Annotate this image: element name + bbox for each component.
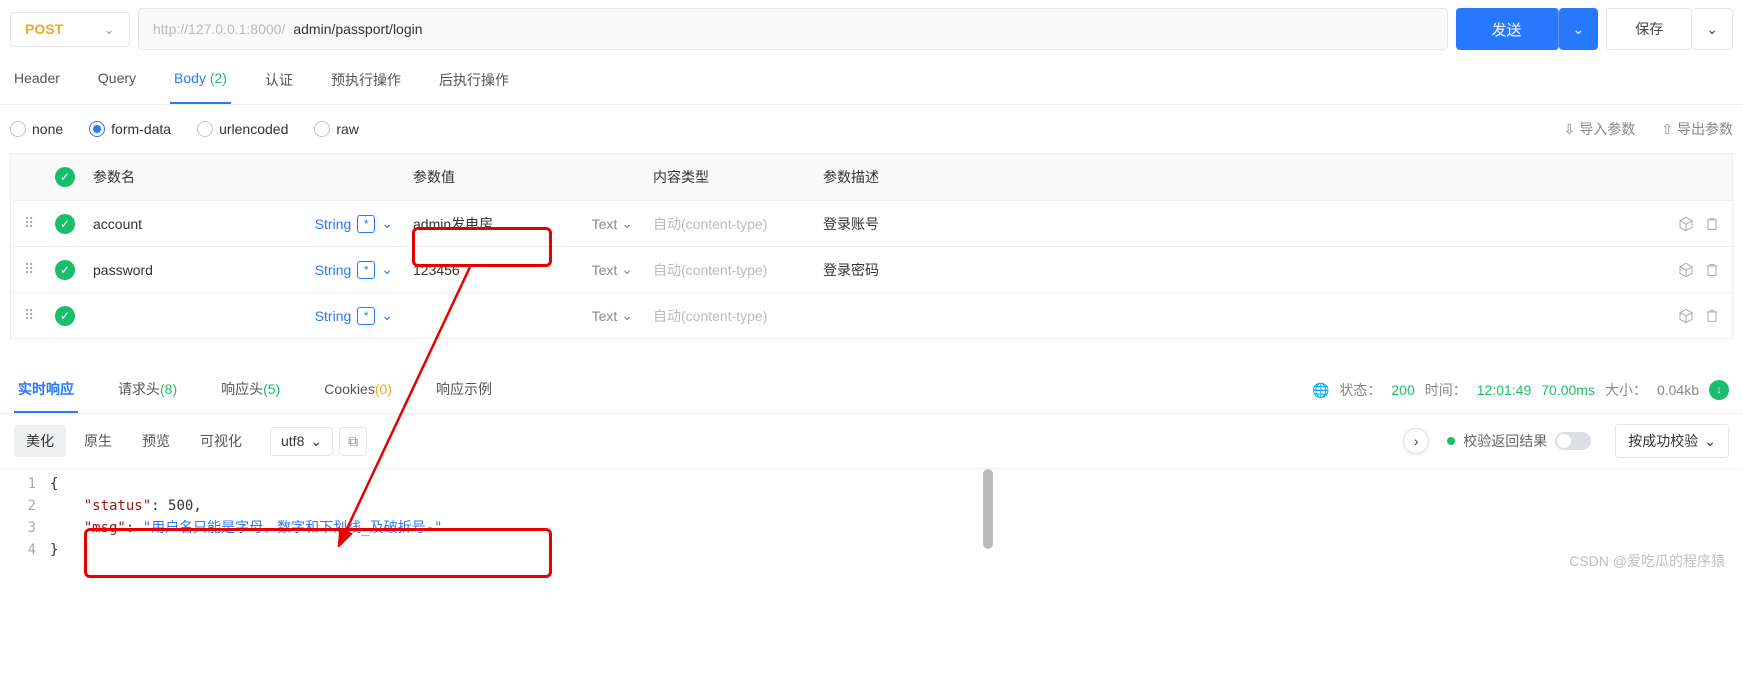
- check-all[interactable]: ✓: [55, 167, 75, 187]
- param-desc-input[interactable]: 登录账号: [813, 214, 1652, 234]
- tab-response-headers[interactable]: 响应头(5): [217, 367, 284, 413]
- param-type-select[interactable]: String * ⌄: [315, 261, 393, 279]
- param-name-input[interactable]: password: [93, 262, 153, 278]
- tab-body[interactable]: Body (2): [170, 58, 231, 104]
- drag-handle-icon[interactable]: ⠿: [11, 307, 47, 324]
- tab-request-headers[interactable]: 请求头(8): [114, 367, 181, 413]
- table-row: ⠿ ✓ String * ⌄ Text ⌄ 自动(content-type): [11, 292, 1732, 338]
- chevron-down-icon: ⌄: [1573, 21, 1585, 38]
- param-type-select[interactable]: String * ⌄: [315, 307, 393, 325]
- view-visual[interactable]: 可视化: [188, 425, 254, 457]
- delete-icon[interactable]: [1704, 262, 1720, 278]
- tab-response-example[interactable]: 响应示例: [432, 367, 496, 413]
- chevron-down-icon: ⌄: [381, 307, 393, 324]
- view-beautify[interactable]: 美化: [14, 425, 66, 457]
- export-params[interactable]: ⇧ 导出参数: [1661, 119, 1733, 139]
- col-name: 参数名: [83, 167, 403, 187]
- content-type-input[interactable]: 自动(content-type): [643, 214, 813, 234]
- url-input-group[interactable]: http://127.0.0.1:8000/ admin/passport/lo…: [138, 8, 1448, 50]
- star-icon: *: [357, 215, 375, 233]
- collapse-right-icon[interactable]: ›: [1403, 428, 1429, 454]
- watermark: CSDN @爱吃瓜的程序猿: [1569, 551, 1725, 571]
- tab-query[interactable]: Query: [94, 58, 140, 104]
- send-button[interactable]: 发送: [1456, 8, 1559, 50]
- chevron-down-icon: ⌄: [381, 261, 393, 278]
- content-type-input[interactable]: 自动(content-type): [643, 260, 813, 280]
- cube-icon[interactable]: [1678, 308, 1694, 324]
- param-value-input[interactable]: 123456: [413, 262, 460, 278]
- star-icon: *: [357, 261, 375, 279]
- table-header-row: ✓ 参数名 参数值 内容类型 参数描述: [11, 154, 1732, 200]
- table-row: ⠿ ✓ account String * ⌄ admin发电房 Text ⌄ 自…: [11, 200, 1732, 246]
- response-body: 1234 { "status": 500, "msg": "用户名只能是字母、数…: [0, 469, 1743, 581]
- radio-urlencoded[interactable]: urlencoded: [197, 121, 288, 137]
- param-name-input[interactable]: account: [93, 216, 142, 232]
- param-type-select[interactable]: String * ⌄: [315, 215, 393, 233]
- delete-icon[interactable]: [1704, 216, 1720, 232]
- radio-none[interactable]: none: [10, 121, 63, 137]
- status-code: 200: [1391, 382, 1414, 398]
- chevron-down-icon: ⌄: [1704, 433, 1716, 450]
- view-raw[interactable]: 原生: [72, 425, 124, 457]
- line-gutter: 1234: [0, 473, 50, 561]
- drag-handle-icon[interactable]: ⠿: [11, 261, 47, 278]
- globe-icon: 🌐: [1312, 382, 1329, 399]
- status-size: 0.04kb: [1657, 382, 1699, 398]
- chevron-down-icon: ⌄: [103, 21, 115, 38]
- save-button[interactable]: 保存: [1606, 8, 1692, 50]
- drag-handle-icon[interactable]: ⠿: [11, 215, 47, 232]
- col-value: 参数值: [403, 167, 643, 187]
- status-dot-icon: [1447, 437, 1455, 445]
- tab-auth[interactable]: 认证: [261, 58, 297, 104]
- value-type-select[interactable]: Text ⌄: [592, 215, 633, 232]
- verify-toggle[interactable]: [1555, 432, 1591, 450]
- scrollbar-thumb[interactable]: [983, 469, 993, 549]
- http-method-label: POST: [25, 21, 103, 37]
- view-preview[interactable]: 预览: [130, 425, 182, 457]
- tab-pre[interactable]: 预执行操作: [327, 58, 405, 104]
- radio-raw[interactable]: raw: [314, 121, 359, 137]
- delete-icon[interactable]: [1704, 308, 1720, 324]
- chevron-down-icon: ⌄: [310, 433, 322, 450]
- cube-icon[interactable]: [1678, 216, 1694, 232]
- status-duration: 70.00ms: [1541, 382, 1595, 398]
- url-host: http://127.0.0.1:8000/: [139, 21, 293, 37]
- tab-cookies[interactable]: Cookies(0): [320, 369, 396, 411]
- row-enabled-check[interactable]: ✓: [55, 214, 75, 234]
- import-params[interactable]: ⇩ 导入参数: [1564, 119, 1636, 139]
- row-enabled-check[interactable]: ✓: [55, 260, 75, 280]
- star-icon: *: [357, 307, 375, 325]
- chevron-down-icon: ⌄: [381, 215, 393, 232]
- table-row: ⠿ ✓ password String * ⌄ 123456 Text ⌄ 自动…: [11, 246, 1732, 292]
- copy-icon[interactable]: ⧉: [339, 427, 367, 456]
- encoding-select[interactable]: utf8 ⌄: [270, 427, 333, 456]
- send-dropdown[interactable]: ⌄: [1559, 8, 1599, 50]
- http-method-select[interactable]: POST ⌄: [10, 12, 130, 47]
- chevron-down-icon: ⌄: [1706, 21, 1718, 38]
- radio-form-data[interactable]: form-data: [89, 121, 171, 137]
- param-value-input[interactable]: admin发电房: [413, 214, 493, 234]
- tab-post[interactable]: 后执行操作: [435, 58, 513, 104]
- value-type-select[interactable]: Text ⌄: [592, 261, 633, 278]
- param-desc-input[interactable]: 登录密码: [813, 260, 1652, 280]
- tab-header[interactable]: Header: [10, 58, 64, 104]
- response-status-bar: 🌐 状态： 200 时间： 12:01:49 70.00ms 大小： 0.04k…: [1312, 380, 1729, 400]
- tab-realtime-response[interactable]: 实时响应: [14, 367, 78, 413]
- save-dropdown[interactable]: ⌄: [1692, 8, 1733, 50]
- verify-by-success-button[interactable]: 按成功校验 ⌄: [1615, 424, 1729, 458]
- col-desc: 参数描述: [813, 167, 1652, 187]
- col-ctype: 内容类型: [643, 167, 813, 187]
- content-type-input[interactable]: 自动(content-type): [643, 306, 813, 326]
- row-enabled-check[interactable]: ✓: [55, 306, 75, 326]
- params-table: ✓ 参数名 参数值 内容类型 参数描述 ⠿ ✓ account String *…: [10, 153, 1733, 339]
- cube-icon[interactable]: [1678, 262, 1694, 278]
- status-time: 12:01:49: [1477, 382, 1532, 398]
- verify-result: 校验返回结果: [1447, 431, 1591, 451]
- url-path: admin/passport/login: [293, 21, 1446, 37]
- download-icon[interactable]: ↓: [1709, 380, 1729, 400]
- value-type-select[interactable]: Text ⌄: [592, 307, 633, 324]
